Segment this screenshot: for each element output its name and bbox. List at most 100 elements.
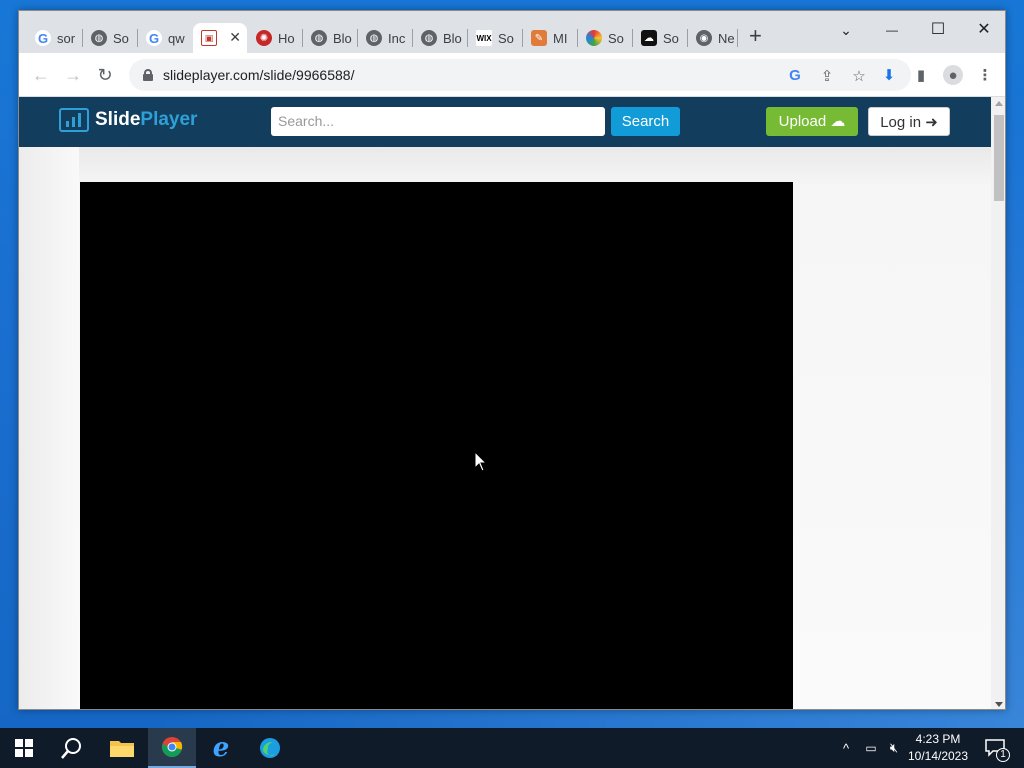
download-icon[interactable]: ⬇ (879, 65, 899, 85)
start-button[interactable] (0, 728, 48, 768)
scroll-down-arrow-icon[interactable] (995, 702, 1003, 707)
maximize-button[interactable]: ☐ (915, 15, 961, 45)
globe-icon: ◍ (421, 30, 437, 46)
site-search-button[interactable]: Search (611, 107, 680, 136)
tab-6[interactable]: ◍ Blo (303, 23, 357, 53)
side-panel-icon[interactable]: ▮ (911, 65, 931, 85)
color-eye-icon (586, 30, 602, 46)
slideplayer-logo[interactable]: SlidePlayer (59, 108, 197, 132)
tab-10[interactable]: ✎ MI (523, 23, 577, 53)
tab-label: Inc (388, 30, 406, 46)
close-tab-icon[interactable]: ✕ (229, 29, 241, 46)
tab-label: Blo (443, 30, 462, 46)
action-center-button[interactable]: 1 (980, 728, 1010, 768)
tab-9[interactable]: WIX So (468, 23, 522, 53)
slideplayer-icon: ▣ (201, 30, 217, 46)
page-scrollbar[interactable] (991, 97, 1005, 709)
tab-label: So (113, 30, 129, 46)
network-icon[interactable]: ▭ (862, 728, 880, 768)
internet-explorer-icon: e (212, 733, 230, 763)
close-window-button[interactable]: ✕ (961, 15, 1005, 45)
tab-7[interactable]: ◍ Inc (358, 23, 412, 53)
taskbar-file-explorer[interactable] (98, 728, 146, 768)
network-glyph: ▭ (865, 741, 877, 755)
show-hidden-icons-button[interactable]: ^ (838, 728, 854, 768)
system-clock[interactable]: 4:23 PM 10/14/2023 (902, 731, 974, 765)
site-search-input[interactable]: Search... (271, 107, 605, 136)
cloud-upload-icon: ☁ (830, 113, 846, 130)
tab-search-button[interactable]: ⌄ (823, 15, 869, 45)
chrome-icon: ◉ (696, 30, 712, 46)
web-page: SlidePlayer Search... Search Upload ☁ Lo… (19, 97, 991, 709)
minimize-button[interactable]: — (869, 15, 915, 45)
mouse-cursor-icon (474, 451, 488, 472)
lock-icon (143, 69, 153, 81)
taskbar-search-button[interactable] (48, 728, 96, 768)
share-icon[interactable]: ⇪ (817, 67, 837, 85)
scroll-up-arrow-icon[interactable] (995, 101, 1003, 106)
windows-logo-icon (15, 739, 33, 757)
tab-label: MI (553, 30, 568, 46)
back-button[interactable]: ← (27, 61, 55, 89)
tab-8[interactable]: ◍ Blo (413, 23, 467, 53)
chrome-icon (161, 737, 183, 758)
globe-icon: ◍ (366, 30, 382, 46)
content-left-gutter (19, 147, 79, 709)
login-button[interactable]: Log in ➜ (868, 107, 950, 136)
new-tab-button[interactable]: + (749, 25, 762, 47)
upload-button[interactable]: Upload ☁ (766, 107, 858, 136)
scrollbar-thumb[interactable] (994, 115, 1004, 201)
tab-5[interactable]: ✺ Ho (248, 23, 302, 53)
menu-kebab-icon[interactable]: ⋮ (975, 65, 995, 85)
tab-12[interactable]: ☁ So (633, 23, 687, 53)
tab-label: Ne (718, 30, 735, 46)
tab-active-slideplayer[interactable]: ▣ ✕ (193, 23, 247, 53)
folder-icon (110, 741, 134, 757)
search-icon (61, 738, 81, 759)
tab-label: Ho (278, 30, 295, 46)
slide-viewer[interactable] (80, 182, 793, 709)
taskbar-internet-explorer[interactable]: e (197, 728, 245, 768)
windows-taskbar: e ^ ▭ 🔇︎ 4:23 PM 10/14/2023 1 (0, 728, 1024, 768)
tab-label: Blo (333, 30, 352, 46)
reload-icon: ↻ (97, 64, 113, 85)
clock-time: 4:23 PM (915, 732, 961, 746)
logo-text: SlidePlayer (95, 109, 198, 130)
volume-muted-icon[interactable]: 🔇︎ (884, 728, 904, 768)
address-bar[interactable]: slideplayer.com/slide/9966588/ G ⇪ ☆ (129, 59, 911, 91)
taskbar-chrome[interactable] (148, 728, 196, 768)
tab-11[interactable]: So (578, 23, 632, 53)
tab-label: So (608, 30, 624, 46)
taskbar-edge[interactable] (246, 728, 294, 768)
browser-toolbar: ← → ↻ slideplayer.com/slide/9966588/ G ⇪… (19, 53, 1005, 97)
tab-separator (737, 29, 738, 47)
forward-button[interactable]: → (59, 61, 87, 89)
tab-3[interactable]: G qw (138, 23, 192, 53)
chevron-up-icon: ^ (842, 740, 850, 756)
reload-button[interactable]: ↻ (91, 61, 119, 89)
clock-date: 10/14/2023 (907, 749, 969, 763)
tab-label: So (498, 30, 514, 46)
url-text[interactable]: slideplayer.com/slide/9966588/ (163, 67, 354, 83)
tab-label: So (663, 30, 679, 46)
tab-2[interactable]: ◍ So (83, 23, 137, 53)
globe-icon: ◍ (311, 30, 327, 46)
sign-in-icon: ➜ (925, 114, 938, 131)
tab-1[interactable]: G sor (27, 23, 81, 53)
globe-icon: ◍ (91, 30, 107, 46)
bookmark-star-icon[interactable]: ☆ (849, 67, 869, 85)
google-icon: G (35, 30, 51, 46)
edge-icon (260, 738, 280, 758)
google-icon: G (146, 30, 162, 46)
google-translate-icon[interactable]: G (785, 67, 805, 84)
profile-avatar-icon[interactable]: ● (943, 65, 963, 85)
tab-strip: G sor ◍ So G qw ▣ ✕ ✺ Ho ◍ Blo ◍ Inc ◍ B… (19, 11, 1005, 53)
tab-label: sor (57, 30, 76, 46)
paint-icon: ✎ (531, 30, 547, 46)
site-header: SlidePlayer Search... Search Upload ☁ Lo… (19, 97, 991, 147)
login-label: Log in (880, 114, 922, 131)
cloud-upload-icon: ☁ (641, 30, 657, 46)
chrome-window: G sor ◍ So G qw ▣ ✕ ✺ Ho ◍ Blo ◍ Inc ◍ B… (18, 10, 1006, 710)
arrow-left-icon: ← (32, 64, 50, 85)
tab-13[interactable]: ◉ Ne (688, 23, 742, 53)
